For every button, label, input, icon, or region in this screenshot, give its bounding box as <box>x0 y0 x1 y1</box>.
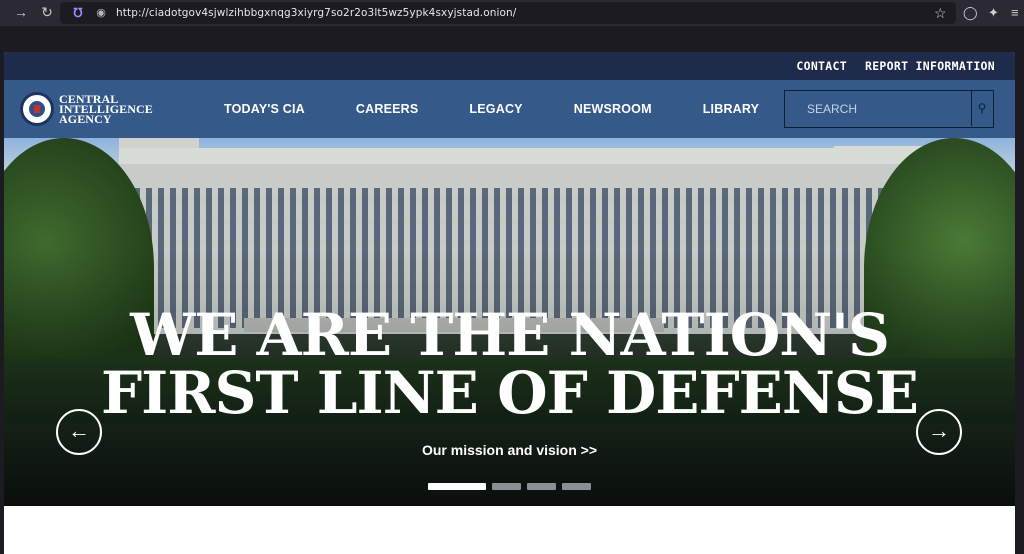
nav-item-library[interactable]: LIBRARY <box>703 102 760 116</box>
main-nav: CENTRAL INTELLIGENCE AGENCY TODAY'S CIA … <box>4 80 1015 138</box>
reload-icon[interactable]: ↻ <box>36 4 58 21</box>
menu-icon[interactable]: ≡ <box>1011 5 1019 20</box>
previous-slide-button[interactable]: ← <box>56 409 102 455</box>
slide-indicator[interactable] <box>562 483 591 490</box>
slide-indicator[interactable] <box>428 483 486 490</box>
forward-arrow-icon[interactable]: → <box>10 4 32 20</box>
report-information-link[interactable]: REPORT INFORMATION <box>865 59 995 73</box>
hero-headline: WE ARE THE NATION'S FIRST LINE OF DEFENS… <box>4 306 1015 422</box>
cia-seal-icon <box>20 92 54 126</box>
slide-indicator[interactable] <box>492 483 521 490</box>
lock-icon[interactable]: ◉ <box>94 6 108 20</box>
primary-nav: TODAY'S CIA CAREERS LEGACY NEWSROOM LIBR… <box>224 80 810 138</box>
search-box: ⚲ <box>784 90 994 128</box>
arrow-right-icon: → <box>928 418 950 443</box>
extension-icon[interactable]: ℧ <box>68 4 88 22</box>
slide-indicators <box>428 483 591 490</box>
url-text[interactable]: http://ciadotgov4sjwlzihbbgxnqg3xiyrg7so… <box>116 7 516 19</box>
next-slide-button[interactable]: → <box>916 409 962 455</box>
magic-wand-icon[interactable]: ✦ <box>988 5 999 21</box>
shield-icon[interactable]: ◯ <box>963 5 978 21</box>
mission-link[interactable]: Our mission and vision >> <box>4 442 1015 458</box>
utility-bar: CONTACT REPORT INFORMATION <box>4 52 1015 80</box>
hero-banner: WE ARE THE NATION'S FIRST LINE OF DEFENS… <box>4 138 1015 506</box>
contact-link[interactable]: CONTACT <box>796 59 847 73</box>
nav-item-newsroom[interactable]: NEWSROOM <box>574 102 652 116</box>
search-input[interactable] <box>785 91 971 126</box>
slide-indicator[interactable] <box>527 483 556 490</box>
arrow-left-icon: ← <box>68 418 90 443</box>
nav-item-legacy[interactable]: LEGACY <box>469 102 522 116</box>
bookmark-star-icon[interactable]: ☆ <box>934 5 947 22</box>
logo-text: CENTRAL INTELLIGENCE AGENCY <box>59 93 153 125</box>
search-icon[interactable]: ⚲ <box>971 91 992 126</box>
cia-logo[interactable]: CENTRAL INTELLIGENCE AGENCY <box>20 92 153 126</box>
nav-item-careers[interactable]: CAREERS <box>356 102 419 116</box>
headline-line-1: WE ARE THE NATION'S <box>130 301 890 369</box>
web-page: CONTACT REPORT INFORMATION CENTRAL INTEL… <box>4 52 1015 554</box>
content-area <box>4 506 1015 554</box>
nav-item-todays-cia[interactable]: TODAY'S CIA <box>224 102 305 116</box>
address-bar[interactable]: ℧ ◉ http://ciadotgov4sjwlzihbbgxnqg3xiyr… <box>60 2 956 24</box>
headline-line-2: FIRST LINE OF DEFENSE <box>101 359 919 427</box>
browser-toolbar: → ↻ ℧ ◉ http://ciadotgov4sjwlzihbbgxnqg3… <box>0 0 1024 26</box>
